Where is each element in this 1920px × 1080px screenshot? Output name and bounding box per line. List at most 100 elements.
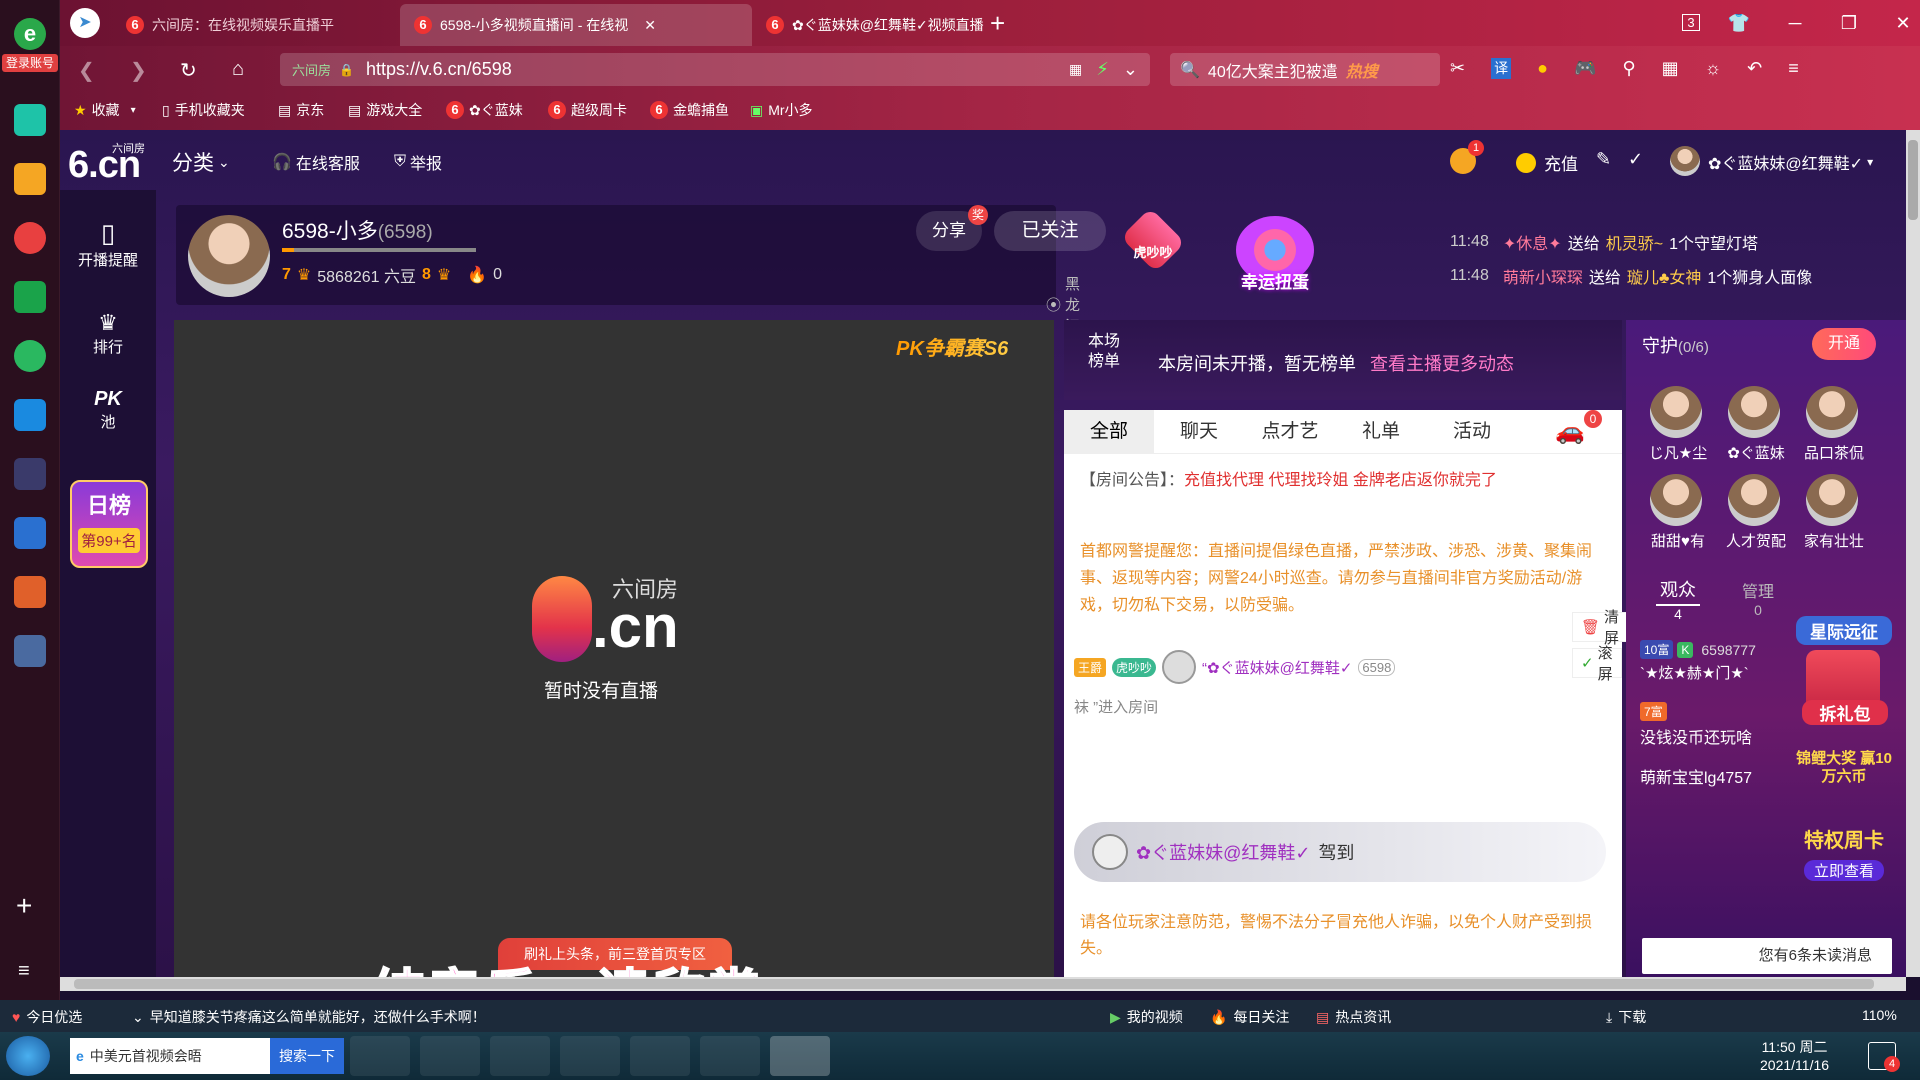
browser-logo-icon[interactable]: e <box>14 18 46 50</box>
guard-avatar[interactable] <box>1728 474 1780 526</box>
category-dropdown[interactable]: 分类 ⌄ <box>172 147 230 177</box>
taskbar-ie-icon[interactable] <box>420 1036 480 1076</box>
login-button[interactable]: 登录账号 <box>2 54 58 72</box>
more-link[interactable]: 查看主播更多动态 <box>1370 350 1514 376</box>
menu-rank[interactable]: ♛ 排行 <box>60 310 156 357</box>
hot-news[interactable]: ▤ 热点资讯 <box>1316 1007 1391 1027</box>
tab-chat[interactable]: 聊天 <box>1154 410 1244 454</box>
bookmark-item[interactable]: ▯ 手机收藏夹 <box>162 100 245 120</box>
news-ticker[interactable]: ⌄ 早知道膝关节疼痛这么简单就能好，还做什么手术啊！ <box>132 1007 486 1027</box>
star-icon[interactable] <box>14 163 46 195</box>
taskbar-chrome-icon[interactable] <box>700 1036 760 1076</box>
zoom-level[interactable]: 110% <box>1862 1007 1897 1023</box>
magnifier-icon[interactable]: ⚲ <box>1622 58 1635 79</box>
anchor-avatar[interactable] <box>188 215 270 297</box>
guard-avatar[interactable] <box>1806 474 1858 526</box>
taskbar-folder-icon[interactable] <box>490 1036 550 1076</box>
weibo-icon[interactable] <box>14 222 46 254</box>
menu-icon[interactable]: ≡ <box>18 960 30 983</box>
undo-icon[interactable]: ↶ <box>1747 58 1762 79</box>
tab-audience[interactable]: 观众 4 <box>1642 576 1714 622</box>
scissors-icon[interactable]: ✂ <box>1450 58 1465 79</box>
user-avatar[interactable] <box>1670 146 1700 176</box>
promo-weekly-card[interactable]: 特权周卡 <box>1792 824 1896 853</box>
edit-icon[interactable]: ✎ <box>1596 149 1611 170</box>
guard-avatar[interactable] <box>1806 386 1858 438</box>
tab-count-button[interactable]: 3 <box>1674 8 1708 38</box>
apps-icon[interactable]: ▦ <box>1662 58 1679 79</box>
tab-gifts[interactable]: 礼单 <box>1336 410 1426 454</box>
taskbar-browser-icon[interactable] <box>560 1036 620 1076</box>
tab-2[interactable]: 6 6598-小多视频直播间 - 在线视 ✕ <box>400 4 752 46</box>
horizontal-scrollbar[interactable] <box>60 977 1906 991</box>
report-link[interactable]: ⛨ 举报 <box>394 150 442 174</box>
taskbar-active-app-icon[interactable] <box>770 1036 830 1076</box>
guard-avatar[interactable] <box>1650 474 1702 526</box>
bookmark-item[interactable]: 6 ✿ぐ蓝妹 <box>446 100 523 120</box>
user-menu[interactable]: ✿ぐ蓝妹妹@红舞鞋✓ ▾ <box>1708 150 1873 174</box>
bookmark-item[interactable]: ▣ Mr小多 <box>750 100 813 120</box>
address-bar[interactable]: 六间房 🔒 https://v.6.cn/6598 ▦ ⚡ ⌄ <box>280 53 1150 86</box>
heart-badge-icon[interactable] <box>1120 207 1186 273</box>
bookmark-item[interactable]: 6 金蟾捕鱼 <box>650 100 729 120</box>
back-icon[interactable]: ❮ <box>78 58 95 83</box>
skin-icon[interactable]: 👕 <box>1722 8 1756 38</box>
qr-icon[interactable]: ▦ <box>1069 61 1082 78</box>
link-icon[interactable] <box>14 340 46 372</box>
search-box[interactable]: 🔍 40亿大案主犯被遣 热搜 <box>1170 53 1440 86</box>
guard-avatar[interactable] <box>1650 386 1702 438</box>
menu-remind[interactable]: ▯ 开播提醒 <box>60 218 156 270</box>
clear-button[interactable]: 🗑 清屏 <box>1572 609 1629 647</box>
dropdown-icon[interactable]: ⌄ <box>1123 59 1138 80</box>
p-app-icon[interactable] <box>14 399 46 431</box>
forward-icon[interactable]: ❯ <box>130 58 147 83</box>
bookmark-favorites[interactable]: ★ 收藏 ▾ <box>74 100 136 120</box>
bookmark-item[interactable]: ▤ 京东 <box>278 100 324 120</box>
taskbar-clock[interactable]: 11:50 周二 2021/11/16 <box>1760 1038 1829 1074</box>
add-icon[interactable]: + <box>16 890 32 922</box>
my-video[interactable]: ▶ 我的视频 <box>1110 1007 1183 1027</box>
tab-all[interactable]: 全部 <box>1064 410 1154 454</box>
telegram-icon[interactable]: ➤ <box>70 8 100 38</box>
menu-icon[interactable]: ≡ <box>1788 58 1799 79</box>
maximize-button[interactable]: ❐ <box>1832 8 1866 38</box>
bookmark-item[interactable]: ▤ 游戏大全 <box>348 100 422 120</box>
download[interactable]: ⤓ 下载 <box>1606 1007 1646 1027</box>
taskbar-player-icon[interactable] <box>630 1036 690 1076</box>
promo-koi[interactable]: 锦鲤大奖 赢10万六币 <box>1796 750 1892 786</box>
tab-activity[interactable]: 活动 <box>1426 410 1518 454</box>
follow-button[interactable]: 已关注 <box>994 211 1106 251</box>
guard-avatar[interactable] <box>1728 386 1780 438</box>
coin-icon[interactable]: ● <box>1537 58 1548 79</box>
car-icon[interactable]: 🚗 <box>1518 410 1622 454</box>
today-picks[interactable]: ♥ 今日优选 <box>12 1007 82 1027</box>
taskbar-app-icon[interactable] <box>350 1036 410 1076</box>
vertical-scrollbar[interactable] <box>1906 130 1920 977</box>
close-window-button[interactable]: ✕ <box>1886 8 1920 38</box>
promo-gift-pack[interactable]: 拆礼包 <box>1802 700 1888 725</box>
view-now-button[interactable]: 立即查看 <box>1804 860 1884 881</box>
tab-admin[interactable]: 管理 0 <box>1722 578 1794 618</box>
reload-icon[interactable]: ↻ <box>180 58 197 83</box>
unread-messages[interactable]: 您有6条未读消息 <box>1642 938 1892 974</box>
new-tab-button[interactable]: + <box>990 8 1005 39</box>
football-icon[interactable] <box>14 458 46 490</box>
scroll-button[interactable]: ✓ 滚屏 <box>1572 645 1622 683</box>
minimize-button[interactable]: ─ <box>1778 8 1812 38</box>
check-circle-icon[interactable]: ✓ <box>1628 149 1643 170</box>
day-rank-card[interactable]: 日榜 第99+名 <box>70 480 148 568</box>
bookmark-item[interactable]: 6 超级周卡 <box>548 100 627 120</box>
gamepad-icon[interactable]: 🎮 <box>1574 58 1596 79</box>
entry-user-name[interactable]: “✿ぐ蓝妹妹@红舞鞋✓ <box>1202 657 1352 678</box>
viewer-row[interactable]: 7富 <box>1640 702 1667 721</box>
brightness-icon[interactable]: ☼ <box>1705 58 1722 79</box>
site-logo[interactable]: 六间房 6.cn <box>68 138 145 187</box>
tab-talent[interactable]: 点才艺 <box>1244 410 1336 454</box>
translate-icon[interactable]: 译 <box>1491 58 1512 79</box>
open-guard-button[interactable]: 开通 <box>1812 328 1876 360</box>
recharge-button[interactable]: 充值 <box>1516 150 1578 175</box>
game-icon[interactable] <box>14 576 46 608</box>
close-tab-icon[interactable]: ✕ <box>644 17 656 34</box>
promo-star-expedition[interactable]: 星际远征 <box>1796 616 1892 645</box>
search-button[interactable]: 搜索一下 <box>270 1038 344 1074</box>
